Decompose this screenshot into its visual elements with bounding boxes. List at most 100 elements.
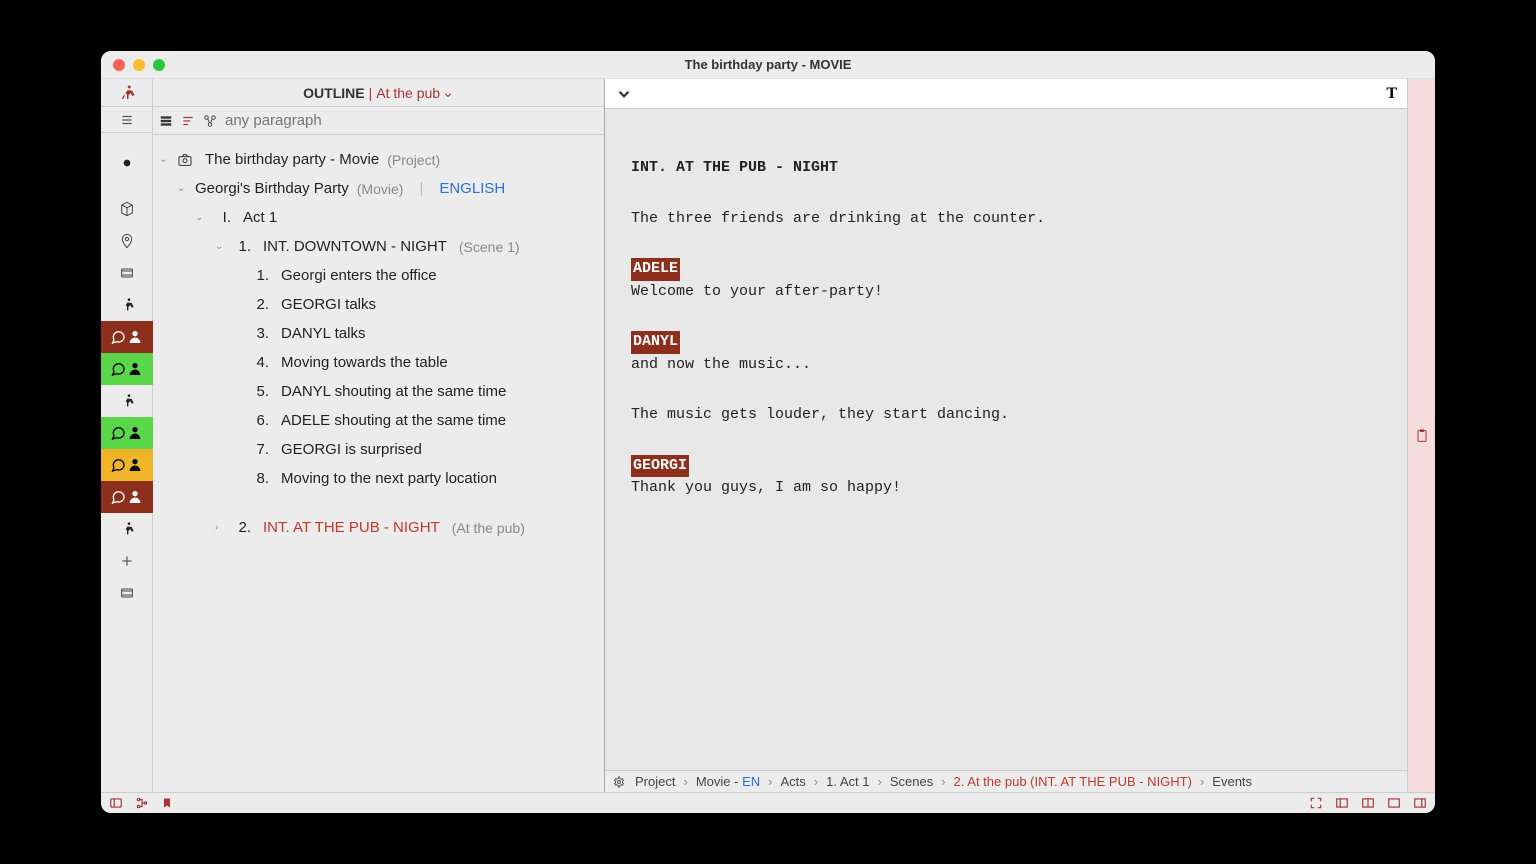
caret-icon[interactable]: ⌄ — [159, 154, 169, 165]
fullscreen-icon[interactable] — [1309, 796, 1323, 810]
editor-toolbar: T — [605, 79, 1407, 109]
layout-icon-4[interactable] — [1413, 796, 1427, 810]
character-name: ADELE — [631, 258, 680, 281]
dialog-line: Thank you guys, I am so happy! — [631, 477, 1381, 500]
beat-text: DANYL shouting at the same time — [281, 383, 506, 400]
cube-icon[interactable] — [101, 193, 153, 225]
beat-row[interactable]: 5. DANYL shouting at the same time — [153, 377, 598, 406]
beat-num: 5. — [251, 383, 269, 400]
scene-tag: (Scene 1) — [459, 239, 520, 255]
act-title: Act 1 — [243, 209, 277, 226]
crumb-scene[interactable]: 2. At the pub (INT. AT THE PUB - NIGHT) — [954, 774, 1192, 789]
crumb-act[interactable]: 1. Act 1 — [826, 774, 869, 789]
scene-row-1[interactable]: ⌄ 1. INT. DOWNTOWN - NIGHT (Scene 1) — [153, 232, 598, 261]
caret-icon[interactable]: ⌄ — [195, 212, 205, 223]
hierarchy-icon[interactable] — [203, 114, 217, 128]
beat-num: 3. — [251, 325, 269, 342]
movie-lang[interactable]: ENGLISH — [439, 180, 505, 197]
clipboard-button[interactable] — [1407, 79, 1435, 792]
location-icon[interactable] — [101, 225, 153, 257]
scene-heading: INT. AT THE PUB - NIGHT — [631, 157, 1381, 180]
layout-icon-1[interactable] — [1335, 796, 1349, 810]
chevron-down-icon[interactable] — [615, 85, 633, 103]
caret-right-icon[interactable]: › — [215, 522, 225, 533]
crumb-movie[interactable]: Movie - EN — [696, 774, 760, 789]
scene-row-2[interactable]: › 2. INT. AT THE PUB - NIGHT (At the pub… — [153, 513, 598, 542]
minimize-window-button[interactable] — [133, 59, 145, 71]
chevron-down-icon: ⌄ — [442, 84, 454, 101]
movie-title: Georgi's Birthday Party — [195, 180, 349, 197]
beat-text: Moving towards the table — [281, 354, 448, 371]
scene-num: 1. — [233, 238, 251, 255]
chat-icon-green-1[interactable] — [101, 353, 153, 385]
gear-icon[interactable] — [613, 776, 625, 788]
film-icon-2[interactable] — [101, 577, 153, 609]
beat-row[interactable]: 6.ADELE shouting at the same time — [153, 406, 598, 435]
tree-icon[interactable] — [135, 796, 149, 810]
search-input[interactable] — [225, 112, 598, 129]
running-icon-3[interactable] — [101, 385, 153, 417]
act-row[interactable]: ⌄ I. Act 1 — [153, 203, 598, 232]
project-row[interactable]: ⌄ The birthday party - Movie (Project) — [153, 145, 598, 174]
dialog-line: Welcome to your after-party! — [631, 281, 1381, 304]
script-editor[interactable]: INT. AT THE PUB - NIGHT The three friend… — [605, 109, 1407, 770]
project-title: The birthday party - Movie — [205, 151, 379, 168]
crumb-events[interactable]: Events — [1212, 774, 1252, 789]
film-icon[interactable] — [101, 257, 153, 289]
beat-text: Moving to the next party location — [281, 470, 497, 487]
layout-icon-2[interactable] — [1361, 796, 1375, 810]
action-line: The three friends are drinking at the co… — [631, 208, 1381, 231]
beat-row[interactable]: 7. GEORGI is surprised — [153, 435, 598, 464]
beat-text: GEORGI is surprised — [281, 441, 422, 458]
beat-row[interactable]: 8.Moving to the next party location — [153, 464, 598, 493]
add-icon[interactable] — [101, 545, 153, 577]
traffic-lights — [113, 59, 165, 71]
scene-title: INT. DOWNTOWN - NIGHT — [263, 238, 447, 255]
camera-icon — [177, 152, 193, 168]
list-icon[interactable] — [181, 114, 195, 128]
outline-header[interactable]: OUTLINE | At the pub ⌄ — [153, 79, 604, 107]
outline-crumb: At the pub — [376, 85, 440, 101]
beat-num: 7. — [251, 441, 269, 458]
view-mode-icon[interactable] — [159, 114, 173, 128]
character-name: GEORGI — [631, 455, 689, 478]
chat-icon-yellow[interactable] — [101, 449, 153, 481]
running-man-icon[interactable] — [101, 79, 152, 107]
layout-icon-3[interactable] — [1387, 796, 1401, 810]
beat-row[interactable]: 1.Georgi enters the office — [153, 261, 598, 290]
beat-text: DANYL talks — [281, 325, 365, 342]
outline-sep: | — [369, 85, 373, 101]
crumb-acts[interactable]: Acts — [780, 774, 805, 789]
titlebar: The birthday party - MOVIE — [101, 51, 1435, 79]
dot-icon[interactable] — [101, 147, 153, 179]
character-name: DANYL — [631, 331, 680, 354]
text-format-button[interactable]: T — [1386, 85, 1397, 103]
beat-text: Georgi enters the office — [281, 267, 437, 284]
outline-tree: ⌄ The birthday party - Movie (Project) ⌄… — [153, 135, 604, 792]
sidebar-spacer[interactable] — [101, 107, 152, 133]
beat-num: 4. — [251, 354, 269, 371]
icon-sidebar — [101, 79, 153, 792]
close-window-button[interactable] — [113, 59, 125, 71]
crumb-scenes[interactable]: Scenes — [890, 774, 933, 789]
running-icon-2[interactable] — [101, 289, 153, 321]
bookmark-icon[interactable] — [161, 796, 173, 810]
act-num: I. — [213, 209, 231, 226]
crumb-project[interactable]: Project — [635, 774, 675, 789]
movie-row[interactable]: ⌄ Georgi's Birthday Party (Movie) | ENGL… — [153, 174, 598, 203]
scene-title-current: INT. AT THE PUB - NIGHT — [263, 519, 440, 536]
pipe: | — [419, 180, 423, 197]
chat-icon-red-1[interactable] — [101, 321, 153, 353]
caret-icon[interactable]: ⌄ — [215, 241, 225, 252]
running-icon-4[interactable] — [101, 513, 153, 545]
beat-text: ADELE shouting at the same time — [281, 412, 506, 429]
maximize-window-button[interactable] — [153, 59, 165, 71]
beat-row[interactable]: 3. DANYL talks — [153, 319, 598, 348]
chat-icon-green-2[interactable] — [101, 417, 153, 449]
chat-icon-red-2[interactable] — [101, 481, 153, 513]
scene-tag: (At the pub) — [452, 520, 525, 536]
panel-left-icon[interactable] — [109, 796, 123, 810]
beat-row[interactable]: 4. Moving towards the table — [153, 348, 598, 377]
beat-row[interactable]: 2.GEORGI talks — [153, 290, 598, 319]
caret-icon[interactable]: ⌄ — [177, 183, 187, 194]
